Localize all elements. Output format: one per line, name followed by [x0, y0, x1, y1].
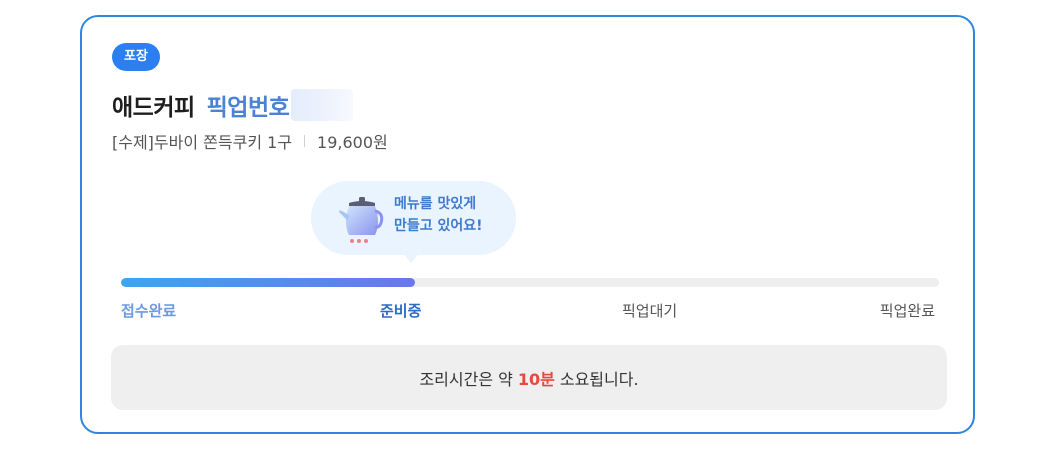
progress-fill	[121, 278, 416, 287]
pickup-number-blurred	[291, 89, 354, 121]
progress-track	[121, 278, 939, 287]
notice-prefix: 조리시간은 약	[419, 369, 513, 389]
step-preparing: 준비중	[380, 302, 422, 320]
step-received: 접수완료	[121, 302, 177, 320]
cooking-time-notice: 조리시간은 약 10분 소요됩니다.	[111, 345, 947, 410]
notice-suffix: 소요됩니다.	[559, 369, 639, 389]
order-status-card: 포장 애드커피 픽업번호 [수제]두바이 쫀득쿠키 1구 19,600원 메뉴를…	[80, 15, 975, 434]
order-price: 19,600원	[317, 133, 388, 152]
step-ready-for-pickup: 픽업대기	[622, 302, 678, 320]
order-summary: [수제]두바이 쫀득쿠키 1구 19,600원	[112, 129, 388, 153]
status-message: 메뉴를 맛있게 만들고 있어요!	[394, 196, 483, 234]
step-picked-up: 픽업완료	[879, 302, 935, 320]
title-row: 애드커피 픽업번호	[112, 87, 354, 123]
notice-time: 10분	[517, 369, 555, 389]
bubble-tail	[403, 253, 419, 263]
store-name: 애드커피	[112, 95, 195, 121]
pickup-number-label: 픽업번호	[206, 95, 290, 121]
order-item: [수제]두바이 쫀득쿠키 1구	[112, 133, 293, 152]
status-bubble: 메뉴를 맛있게 만들고 있어요!	[311, 181, 516, 255]
order-type-badge: 포장	[112, 43, 160, 71]
kettle-icon	[339, 197, 384, 243]
summary-divider	[304, 135, 306, 147]
